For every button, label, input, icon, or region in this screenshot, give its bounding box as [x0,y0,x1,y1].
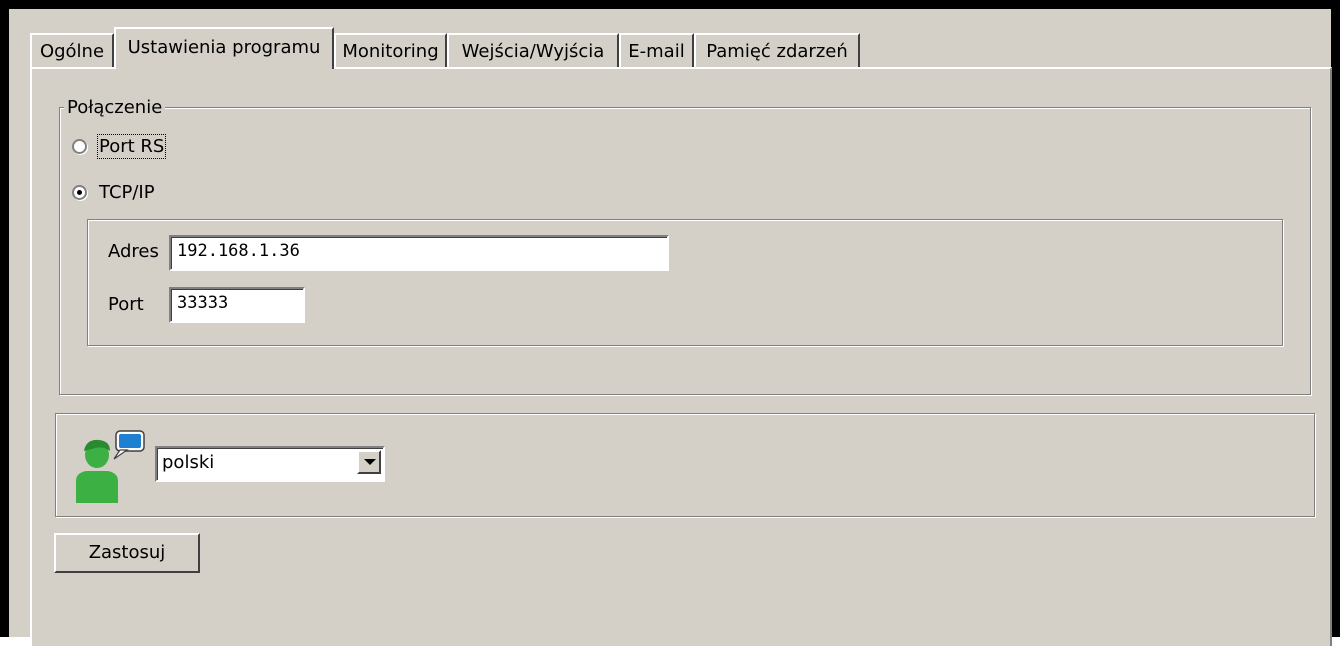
language-select[interactable]: polski [155,446,385,482]
window-frame: Ogólne Ustawienia programu Monitoring We… [0,0,1340,646]
radio-tcpip-circle[interactable] [72,184,87,200]
tab-monitoring[interactable]: Monitoring [334,33,447,67]
tab-event-memory[interactable]: Pamięć zdarzeń [694,33,860,67]
tab-program-settings[interactable]: Ustawienia programu [114,27,334,69]
language-select-value: polski [162,452,215,473]
radio-tcpip[interactable]: TCP/IP [72,179,155,205]
dropdown-arrow-button[interactable] [357,450,381,474]
tab-label: Ustawienia programu [127,37,321,58]
apply-button-label: Zastosuj [88,542,166,563]
radio-selected-dot [77,189,82,195]
tab-email[interactable]: E-mail [619,33,694,67]
tab-panel: Połączenie Port RS TCP/IP Adres 192.168.… [30,67,1332,646]
language-person-speech-icon [76,430,145,503]
tab-label: Wejścia/Wyjścia [461,41,605,62]
port-label: Port [108,294,144,315]
apply-button[interactable]: Zastosuj [54,533,200,573]
radio-port-rs-label[interactable]: Port RS [96,133,167,159]
radio-port-rs[interactable]: Port RS [72,133,167,159]
address-label: Adres [108,241,159,262]
chevron-down-icon [364,459,376,465]
port-input[interactable]: 33333 [169,287,305,323]
tab-inputs-outputs[interactable]: Wejścia/Wyjścia [447,33,619,67]
tab-general[interactable]: Ogólne [30,33,114,67]
tab-label: Ogólne [39,41,105,62]
tab-label: Monitoring [342,41,439,62]
tab-label: E-mail [628,41,685,62]
radio-tcpip-label[interactable]: TCP/IP [99,182,155,203]
connection-group-label: Połączenie [64,97,166,118]
radio-port-rs-circle[interactable] [72,138,87,154]
address-input[interactable]: 192.168.1.36 [169,235,669,271]
tab-label: Pamięć zdarzeń [706,41,848,62]
